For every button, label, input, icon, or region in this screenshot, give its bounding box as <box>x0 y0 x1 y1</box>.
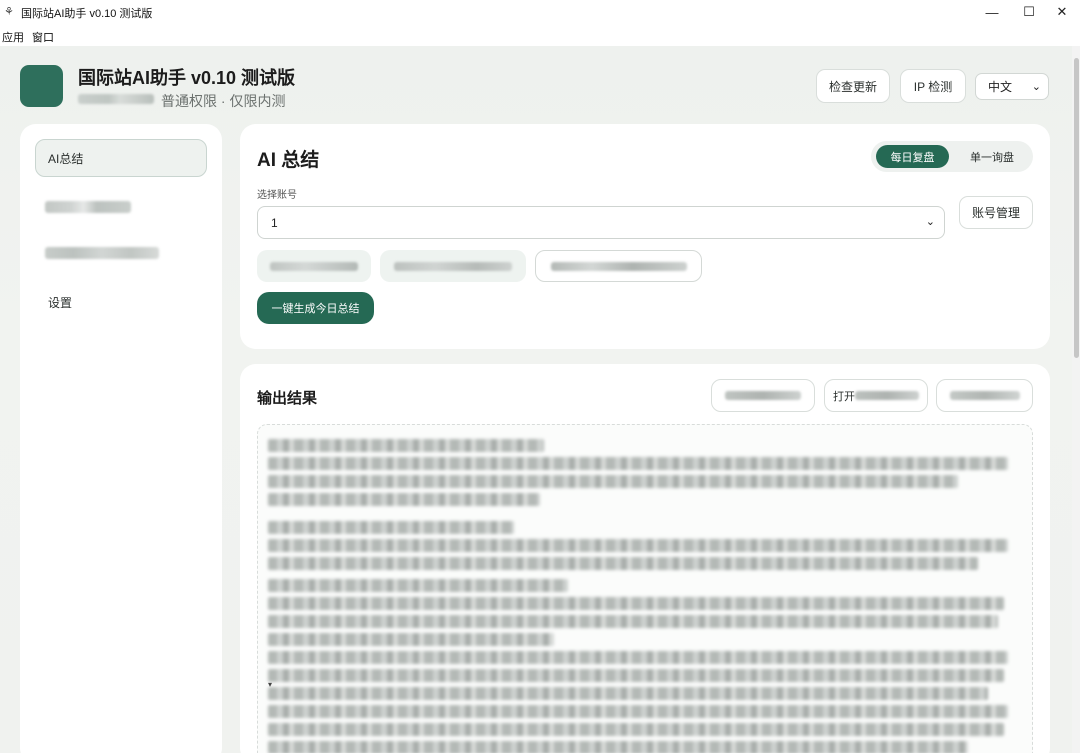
open-button-prefix: 打开 <box>833 390 855 403</box>
redacted-chip-1[interactable] <box>257 250 371 282</box>
ai-summary-card: AI 总结 每日复盘 单一询盘 选择账号 1 ⌄ 账号管理 一键生成今日总结 <box>240 124 1050 349</box>
permission-subtitle: 普通权限 · 仅限内测 <box>161 93 286 109</box>
menu-bar: 应用 窗口 <box>0 25 1080 45</box>
redacted-chip-2[interactable] <box>380 250 526 282</box>
text-cursor-icon: ▾ <box>268 680 273 689</box>
account-value: 1 <box>271 215 278 230</box>
redacted-output-button-1[interactable] <box>711 379 815 412</box>
open-button[interactable]: 打开 <box>824 379 928 412</box>
account-select[interactable]: 1 ⌄ <box>257 206 945 239</box>
ai-summary-title: AI 总结 <box>257 150 320 171</box>
app-logo <box>20 65 63 107</box>
minimize-button[interactable]: — <box>972 0 1012 24</box>
sidebar-item-redacted-2[interactable] <box>45 247 159 259</box>
chevron-down-icon: ⌄ <box>925 216 935 228</box>
sidebar: AI总结 设置 <box>20 124 222 753</box>
redacted-output-button-3[interactable] <box>936 379 1033 412</box>
check-update-button[interactable]: 检查更新 <box>816 69 890 103</box>
chevron-down-icon: ⌄ <box>1031 81 1041 93</box>
close-button[interactable]: ✕ <box>1042 0 1080 24</box>
menu-item-window[interactable]: 窗口 <box>32 29 54 45</box>
app-icon: ⚘ <box>4 6 14 18</box>
mode-toggle: 每日复盘 单一询盘 <box>871 141 1033 172</box>
tab-single-inquiry[interactable]: 单一询盘 <box>956 145 1028 168</box>
output-result-card: 输出结果 打开 ▾ <box>240 364 1050 753</box>
app-title: 国际站AI助手 v0.10 测试版 <box>78 68 296 88</box>
scrollbar-thumb[interactable] <box>1074 58 1079 358</box>
sidebar-item-ai-summary[interactable]: AI总结 <box>35 139 207 177</box>
redacted-username <box>78 94 154 104</box>
ip-check-button[interactable]: IP 检测 <box>900 69 966 103</box>
menu-item-app[interactable]: 应用 <box>2 29 24 45</box>
output-title: 输出结果 <box>257 390 318 407</box>
window-title: 国际站AI助手 v0.10 测试版 <box>21 8 153 20</box>
tab-daily-review[interactable]: 每日复盘 <box>876 145 949 168</box>
sidebar-item-settings[interactable]: 设置 <box>48 294 72 311</box>
app-client-area: 国际站AI助手 v0.10 测试版 普通权限 · 仅限内测 检查更新 IP 检测… <box>0 46 1072 753</box>
generate-summary-button[interactable]: 一键生成今日总结 <box>257 292 374 324</box>
account-label: 选择账号 <box>257 190 297 201</box>
sidebar-item-redacted-1[interactable] <box>45 201 131 213</box>
redacted-chip-3[interactable] <box>535 250 702 282</box>
window-titlebar: ⚘ 国际站AI助手 v0.10 测试版 — ☐ ✕ <box>0 0 1080 24</box>
output-textarea[interactable]: ▾ <box>257 424 1033 753</box>
language-value: 中文 <box>988 80 1013 94</box>
account-manage-button[interactable]: 账号管理 <box>959 196 1033 229</box>
language-select[interactable]: 中文 ⌄ <box>975 73 1049 100</box>
